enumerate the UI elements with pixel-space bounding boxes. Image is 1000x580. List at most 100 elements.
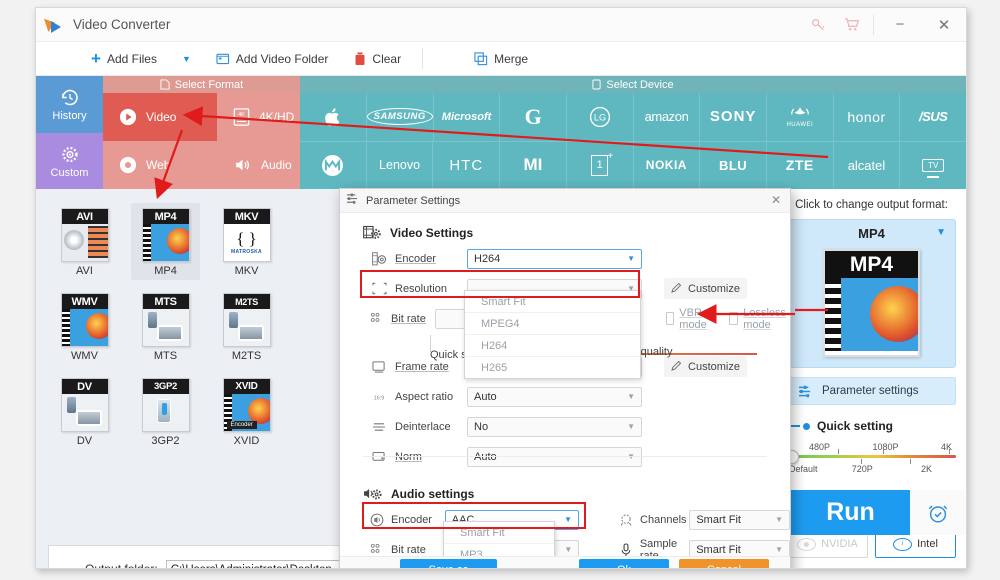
- sidebar-item-history[interactable]: History: [36, 76, 103, 133]
- merge-button[interactable]: Merge: [465, 42, 537, 75]
- slider-track[interactable]: [785, 449, 956, 464]
- encoder-icon: [370, 251, 388, 266]
- format-item-m2ts[interactable]: M2TS M2TS: [212, 288, 281, 365]
- checkbox-box: [665, 312, 675, 325]
- device-alcatel[interactable]: alcatel: [832, 141, 900, 189]
- output-format-card[interactable]: MP4 ▼ MP4: [787, 219, 956, 368]
- video-deinterlace-value: No: [474, 420, 489, 433]
- format-item-wmv[interactable]: WMV WMV: [50, 288, 119, 365]
- dialog-title: Parameter Settings: [366, 194, 461, 207]
- format-item-xvid[interactable]: XVID Encoder XVID: [212, 373, 281, 450]
- device-row-1: SAMSUNG Microsoft G LG amazon SONY HUAWE…: [300, 93, 966, 141]
- device-xiaomi[interactable]: MI: [499, 141, 566, 189]
- key-icon[interactable]: [801, 8, 835, 41]
- audio-settings-title: Audio settings: [391, 486, 475, 501]
- format-item-avi[interactable]: AVI AVI: [50, 203, 119, 280]
- sliders-icon: [798, 385, 813, 398]
- quick-setting-label: Quick setting: [817, 419, 894, 433]
- cart-icon[interactable]: [835, 8, 869, 41]
- dialog-close-button[interactable]: ✕: [771, 193, 781, 207]
- audio-encoder-label: Encoder: [391, 513, 432, 526]
- device-apple[interactable]: [300, 93, 366, 141]
- device-blu[interactable]: BLU: [699, 141, 766, 189]
- device-lenovo[interactable]: Lenovo: [365, 141, 433, 189]
- svg-text:16:9: 16:9: [374, 395, 385, 401]
- device-motorola[interactable]: [300, 142, 366, 190]
- disc-art-icon: [61, 224, 108, 261]
- trash-icon: [354, 52, 366, 66]
- device-lg[interactable]: LG: [566, 93, 633, 141]
- dropdown-option[interactable]: MPEG4: [465, 313, 640, 335]
- dropdown-option[interactable]: H264: [465, 335, 640, 357]
- video-encoder-combo[interactable]: H264 ▼: [467, 248, 642, 269]
- format-item-3gp2[interactable]: 3GP2 3GP2: [131, 373, 200, 450]
- cancel-button[interactable]: Cancel: [679, 559, 769, 568]
- play-icon: [119, 108, 137, 126]
- device-samsung[interactable]: SAMSUNG: [365, 93, 433, 141]
- video-deinterlace-combo[interactable]: No ▼: [467, 416, 642, 437]
- run-button[interactable]: Run: [791, 490, 910, 535]
- framerate-customize-button[interactable]: Customize: [664, 356, 747, 377]
- vbr-mode-checkbox[interactable]: VBR mode: [665, 307, 712, 331]
- audio-encoder-dropdown[interactable]: Smart Fit MP3 AAC AC3: [443, 521, 555, 556]
- format-thumbnail: MP4: [141, 208, 190, 262]
- minimize-button[interactable]: −: [878, 8, 922, 41]
- device-htc[interactable]: HTC: [432, 141, 499, 189]
- video-aspect-combo[interactable]: Auto ▼: [467, 386, 642, 407]
- resolution-customize-button[interactable]: Customize: [664, 278, 747, 299]
- clear-button[interactable]: Clear: [345, 42, 410, 75]
- format-cat-video[interactable]: Video: [103, 93, 217, 141]
- format-item-label: DV: [76, 435, 93, 447]
- format-thumbnail: XVID Encoder: [222, 378, 271, 432]
- customize-label: Customize: [688, 360, 740, 373]
- ok-button[interactable]: Ok: [579, 559, 669, 568]
- device-nokia[interactable]: NOKIA: [632, 141, 700, 189]
- device-huawei[interactable]: HUAWEI: [766, 93, 833, 141]
- device-amazon[interactable]: amazon: [632, 93, 700, 141]
- format-item-mts[interactable]: MTS MTS: [131, 288, 200, 365]
- format-cat-web[interactable]: Web: [103, 141, 217, 189]
- svg-text:4K: 4K: [238, 112, 245, 118]
- video-encoder-dropdown[interactable]: Smart Fit MPEG4 H264 H265: [464, 290, 641, 379]
- format-category-column: Video 4K 4K/HD Web Audio: [103, 93, 300, 189]
- nvidia-icon: [797, 537, 817, 551]
- format-cat-audio[interactable]: Audio: [217, 141, 300, 189]
- parameter-settings-button[interactable]: Parameter settings: [787, 377, 956, 405]
- add-files-dropdown-arrow[interactable]: ▼: [166, 54, 207, 64]
- format-item-dv[interactable]: DV DV: [50, 373, 119, 450]
- format-item-mp4[interactable]: MP4 MP4: [131, 203, 200, 280]
- device-microsoft[interactable]: Microsoft: [432, 93, 500, 141]
- dropdown-option[interactable]: Smart Fit: [465, 291, 640, 313]
- dropdown-option[interactable]: Smart Fit: [444, 522, 554, 544]
- format-item-mkv[interactable]: MKV { } MATROSKA MKV: [212, 203, 281, 280]
- lossless-mode-checkbox[interactable]: Lossless mode: [729, 307, 790, 331]
- device-honor[interactable]: honor: [832, 93, 900, 141]
- sidebar-item-custom[interactable]: Custom: [36, 133, 103, 189]
- window-controls: − ✕: [801, 8, 966, 41]
- quality-slider[interactable]: 480P 1080P 4K Default 720P 2K: [785, 442, 956, 482]
- video-aspect-label: Aspect ratio: [395, 390, 454, 403]
- device-tv[interactable]: TV: [899, 141, 966, 189]
- device-asus[interactable]: /SUS: [899, 93, 966, 141]
- device-oneplus[interactable]: 1: [565, 141, 633, 189]
- audio-encoder-row: Encoder AAC ▼ Channels Smart Fit ▼: [370, 508, 790, 531]
- slider-label-default: Default: [789, 464, 818, 474]
- dropdown-option[interactable]: MP3: [444, 544, 554, 557]
- device-zte[interactable]: ZTE: [765, 141, 833, 189]
- add-files-button[interactable]: + Add Files: [82, 42, 166, 75]
- chevron-down-icon[interactable]: ▼: [936, 227, 946, 238]
- device-google[interactable]: G: [499, 93, 566, 141]
- audio-samplerate-combo[interactable]: Smart Fit ▼: [689, 539, 790, 556]
- format-cat-4khd[interactable]: 4K 4K/HD: [217, 93, 300, 141]
- customize-label: Customize: [688, 282, 740, 295]
- alarm-clock-icon[interactable]: [910, 490, 966, 535]
- audio-channels-combo[interactable]: Smart Fit ▼: [689, 509, 790, 530]
- format-cat-4khd-label: 4K/HD: [259, 110, 295, 124]
- dropdown-option[interactable]: H265: [465, 357, 640, 378]
- film-art-icon: [825, 278, 918, 351]
- close-button[interactable]: ✕: [922, 8, 966, 41]
- audio-bitrate-label: Bit rate: [391, 543, 426, 556]
- device-sony[interactable]: SONY: [699, 93, 766, 141]
- add-video-folder-button[interactable]: Add Video Folder: [207, 42, 338, 75]
- save-as-button[interactable]: Save as: [400, 559, 497, 568]
